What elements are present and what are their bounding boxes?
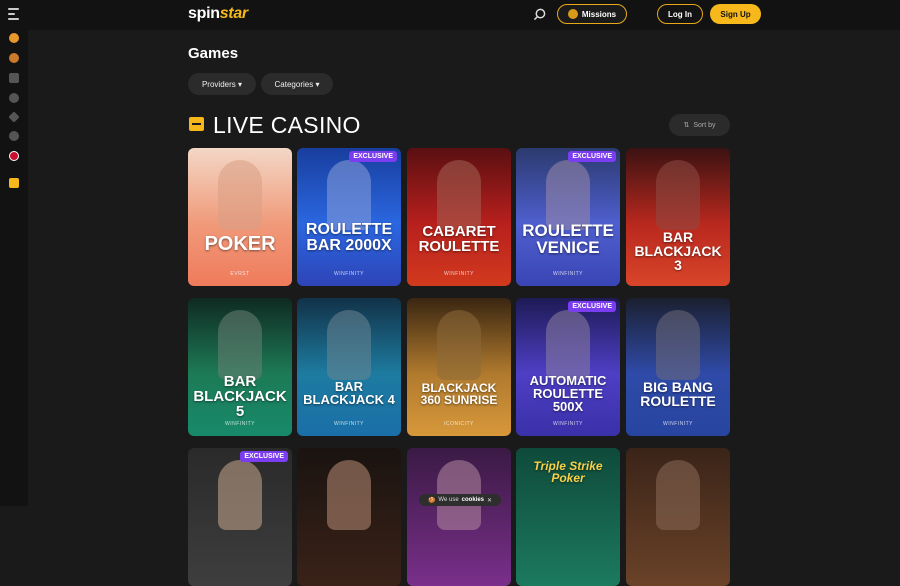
dealer-image xyxy=(656,310,700,380)
categories-dropdown[interactable]: Categories ▾ xyxy=(261,73,333,95)
login-button[interactable]: Log In xyxy=(657,4,703,24)
basketball-icon[interactable] xyxy=(9,33,19,43)
game-card[interactable]: BLACKJACK 360 SUNRISE ICONICITY xyxy=(407,298,511,436)
dealer-image xyxy=(327,160,371,230)
dealer-image xyxy=(437,160,481,230)
game-card[interactable] xyxy=(626,448,730,586)
dealer-image xyxy=(546,310,590,380)
game-card[interactable]: POKER EVRST xyxy=(188,148,292,286)
sort-button[interactable]: ⇅ Sort by xyxy=(669,114,730,136)
live-casino-icon xyxy=(189,117,204,131)
table-image xyxy=(437,310,481,380)
circle-icon[interactable] xyxy=(9,93,19,103)
search-icon[interactable] xyxy=(533,8,546,21)
logo[interactable]: spinstar xyxy=(188,5,248,23)
section-title: LIVE CASINO xyxy=(213,112,361,138)
cookie-icon: 🍪 xyxy=(427,497,436,504)
dealer-image xyxy=(218,160,262,230)
exclusive-badge: EXCLUSIVE xyxy=(568,151,616,162)
cookie-link[interactable]: cookies xyxy=(462,497,484,503)
dealer-image xyxy=(327,460,371,530)
coin-icon[interactable] xyxy=(9,53,19,63)
dealer-image xyxy=(656,160,700,230)
hamburger-menu-icon[interactable] xyxy=(8,8,19,23)
dealer-image xyxy=(656,460,700,530)
dealer-image xyxy=(218,460,262,530)
providers-dropdown[interactable]: Providers ▾ xyxy=(188,73,256,95)
cookie-banner[interactable]: 🍪 We use cookies ✕ xyxy=(419,494,501,506)
grid-icon[interactable] xyxy=(9,73,19,83)
game-card[interactable]: BIG BANG ROULETTE WINFINITY xyxy=(626,298,730,436)
game-card[interactable]: EXCLUSIVE AUTOMATIC ROULETTE 500X WINFIN… xyxy=(516,298,620,436)
exclusive-badge: EXCLUSIVE xyxy=(568,301,616,312)
game-card[interactable] xyxy=(407,448,511,586)
close-icon[interactable]: ✕ xyxy=(487,497,492,504)
game-card[interactable]: BAR BLACKJACK 5 WINFINITY xyxy=(188,298,292,436)
game-card[interactable] xyxy=(297,448,401,586)
sort-icon: ⇅ xyxy=(683,122,690,129)
box-icon[interactable] xyxy=(9,178,19,188)
game-card[interactable]: EXCLUSIVE xyxy=(188,448,292,586)
dealer-image xyxy=(327,310,371,380)
signup-button[interactable]: Sign Up xyxy=(710,4,761,24)
top-bar: spinstar Missions Log In Sign Up xyxy=(0,0,900,30)
missions-icon xyxy=(567,9,578,19)
game-card[interactable]: CABARET ROULETTE WINFINITY xyxy=(407,148,511,286)
game-card[interactable]: EXCLUSIVE ROULETTE VENICE WINFINITY xyxy=(516,148,620,286)
dealer-image xyxy=(218,310,262,380)
uk-flag-icon[interactable] xyxy=(9,151,19,161)
sidebar xyxy=(0,30,28,506)
exclusive-badge: EXCLUSIVE xyxy=(349,151,397,162)
chat-icon[interactable] xyxy=(9,131,19,141)
missions-button[interactable]: Missions xyxy=(557,4,627,24)
exclusive-badge: EXCLUSIVE xyxy=(240,451,288,462)
page-title: Games xyxy=(188,45,239,62)
game-card[interactable]: BAR BLACKJACK 3 xyxy=(626,148,730,286)
game-card[interactable]: Triple Strike Poker xyxy=(516,448,620,586)
game-card[interactable]: BAR BLACKJACK 4 WINFINITY xyxy=(297,298,401,436)
game-card[interactable]: EXCLUSIVE ROULETTE BAR 2000X WINFINITY xyxy=(297,148,401,286)
diamond-icon[interactable] xyxy=(8,111,20,123)
dealer-image xyxy=(546,160,590,230)
